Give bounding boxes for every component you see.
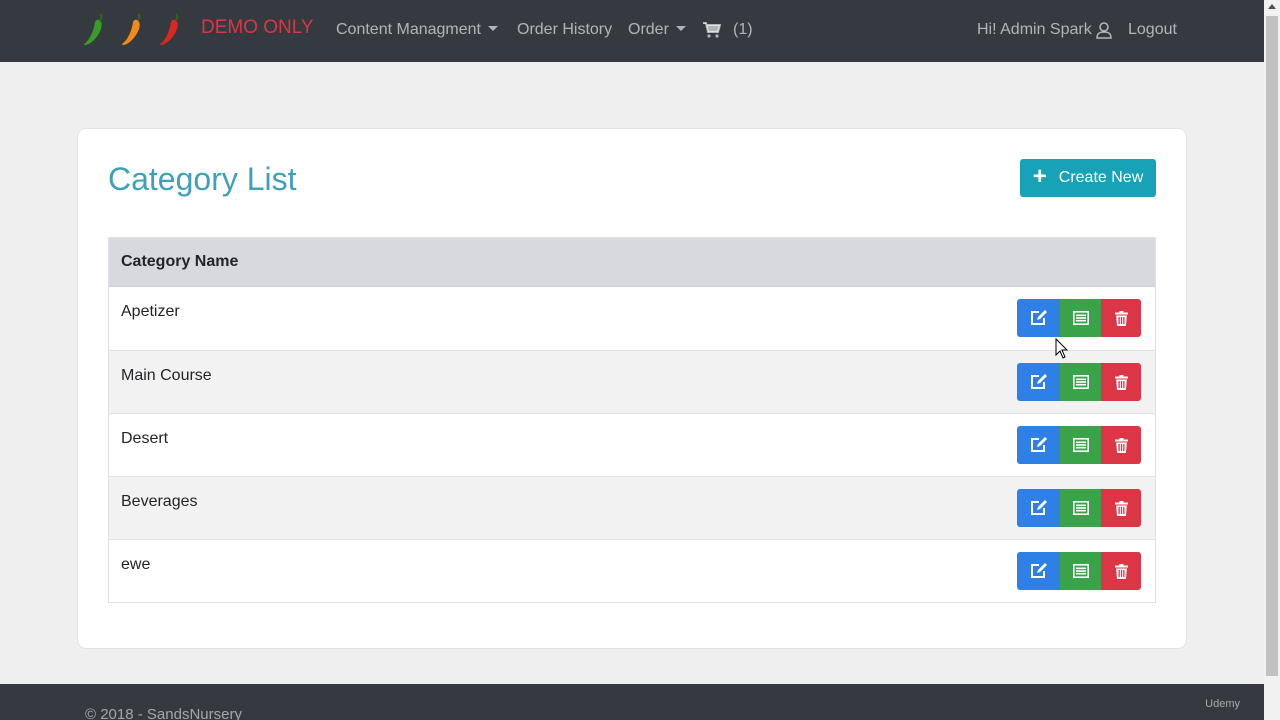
create-new-button[interactable]: + Create New [1020, 159, 1156, 197]
edit-icon [1030, 310, 1047, 325]
table-header: Category Name [109, 238, 1155, 287]
delete-button[interactable] [1101, 299, 1141, 337]
scroll-up-arrow-icon[interactable] [1268, 4, 1276, 9]
details-button[interactable] [1060, 552, 1101, 590]
category-name-cell: Apetizer [121, 303, 180, 320]
table-row: ewe [109, 539, 1155, 602]
page-title: Category List [108, 161, 297, 197]
edit-icon [1030, 500, 1047, 515]
list-icon [1072, 375, 1089, 389]
category-table: Category Name Apetizer Main Course Deser… [108, 237, 1156, 603]
list-icon [1072, 564, 1089, 578]
user-icon [1095, 21, 1112, 39]
list-icon [1072, 438, 1089, 452]
row-actions [1017, 552, 1141, 590]
trash-icon [1114, 374, 1128, 390]
delete-button[interactable] [1101, 363, 1141, 401]
edit-icon [1030, 563, 1047, 578]
column-header-category-name: Category Name [121, 253, 239, 270]
delete-button[interactable] [1101, 552, 1141, 590]
category-list-card: Category List + Create New Category Name… [77, 128, 1187, 649]
row-actions [1017, 363, 1141, 401]
trash-icon [1114, 500, 1128, 516]
list-icon [1072, 501, 1089, 515]
edit-button[interactable] [1017, 363, 1060, 401]
cart-count: (1) [733, 21, 753, 38]
edit-button[interactable] [1017, 552, 1060, 590]
footer: © 2018 - SandsNursery Udemy [0, 684, 1264, 720]
row-actions [1017, 489, 1141, 527]
list-icon [1072, 311, 1089, 325]
edit-icon [1030, 437, 1047, 452]
top-navbar: DEMO ONLY Content Managment Order Histor… [0, 0, 1264, 62]
create-new-label: Create New [1058, 169, 1144, 186]
user-profile-link[interactable]: Hi! Admin Spark [977, 21, 1112, 39]
footer-copyright: © 2018 - SandsNursery [85, 706, 242, 720]
trash-icon [1114, 437, 1128, 453]
chevron-down-icon [675, 26, 686, 31]
category-name-cell: Desert [121, 430, 169, 447]
table-body: Apetizer Main Course Desert Beverages ew… [109, 287, 1155, 602]
row-actions [1017, 299, 1141, 337]
delete-button[interactable] [1101, 489, 1141, 527]
plus-icon: + [1032, 162, 1047, 190]
shopping-cart-icon [703, 22, 721, 38]
category-name-cell: Main Course [121, 367, 212, 384]
cart-link[interactable]: (1) [703, 21, 753, 39]
vertical-scrollbar[interactable] [1264, 0, 1280, 720]
edit-button[interactable] [1017, 299, 1060, 337]
edit-icon [1030, 374, 1047, 389]
table-row: Apetizer [109, 287, 1155, 350]
red-pepper-icon [160, 13, 179, 45]
trash-icon [1114, 563, 1128, 579]
details-button[interactable] [1060, 363, 1101, 401]
trash-icon [1114, 310, 1128, 326]
mouse-cursor-icon [1055, 338, 1069, 359]
green-pepper-icon [84, 13, 103, 45]
nav-order[interactable]: Order [628, 21, 686, 39]
details-button[interactable] [1060, 426, 1101, 464]
details-button[interactable] [1060, 299, 1101, 337]
edit-button[interactable] [1017, 426, 1060, 464]
chevron-down-icon [487, 26, 498, 31]
table-row: Desert [109, 413, 1155, 476]
nav-content-management-label: Content Managment [336, 21, 481, 38]
details-button[interactable] [1060, 489, 1101, 527]
edit-button[interactable] [1017, 489, 1060, 527]
category-name-cell: ewe [121, 556, 151, 573]
watermark: Udemy [1205, 698, 1240, 710]
row-actions [1017, 426, 1141, 464]
nav-order-history[interactable]: Order History [517, 21, 612, 39]
nav-order-label: Order [628, 21, 669, 38]
table-row: Main Course [109, 350, 1155, 413]
table-row: Beverages [109, 476, 1155, 539]
category-name-cell: Beverages [121, 493, 198, 510]
nav-content-management[interactable]: Content Managment [336, 21, 498, 39]
orange-pepper-icon [122, 13, 141, 45]
logout-link[interactable]: Logout [1128, 21, 1177, 39]
brand-text[interactable]: DEMO ONLY [201, 17, 314, 39]
delete-button[interactable] [1101, 426, 1141, 464]
user-greeting: Hi! Admin Spark [977, 21, 1092, 38]
scroll-thumb[interactable] [1266, 16, 1278, 676]
logo[interactable] [80, 12, 188, 48]
